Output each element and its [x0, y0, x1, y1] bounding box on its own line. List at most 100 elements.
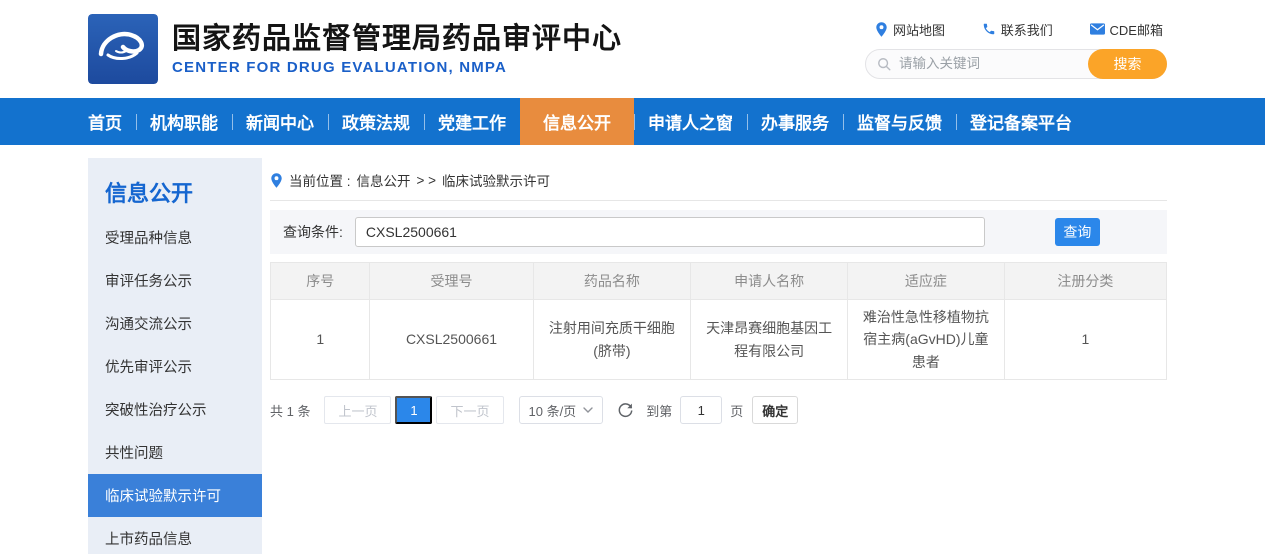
- nav-item-label: 机构职能: [136, 98, 232, 145]
- refresh-icon[interactable]: [617, 402, 634, 419]
- mail-icon: [1090, 23, 1105, 35]
- brand: 国家药品监督管理局药品审评中心 CENTER FOR DRUG EVALUATI…: [88, 14, 622, 84]
- sidebar-item-label: 上市药品信息: [105, 528, 192, 549]
- nav-item[interactable]: 办事服务: [747, 98, 843, 145]
- search-button[interactable]: 搜索: [1088, 49, 1167, 79]
- pagination-total: 共 1 条: [270, 401, 310, 420]
- sidebar-item-label: 受理品种信息: [105, 227, 192, 248]
- breadcrumb-section[interactable]: 信息公开: [357, 170, 411, 190]
- breadcrumb-prefix: 当前位置 :: [289, 170, 351, 190]
- sidebar-item[interactable]: 共性问题: [88, 431, 262, 474]
- goto-page-input[interactable]: [680, 396, 722, 424]
- mailbox-label: CDE邮箱: [1110, 20, 1163, 39]
- table-header-cell: 受理号: [370, 263, 533, 300]
- cell-acceptance-no: CXSL2500661: [370, 300, 533, 380]
- brand-text: 国家药品监督管理局药品审评中心 CENTER FOR DRUG EVALUATI…: [172, 22, 622, 77]
- nav-item[interactable]: 新闻中心: [232, 98, 328, 145]
- content: 信息公开 受理品种信息 审评任务公示 沟通交流公示 优先审评公示: [0, 145, 1265, 554]
- breadcrumb: 当前位置 : 信息公开 > > 临床试验默示许可: [270, 170, 1167, 201]
- page: 国家药品监督管理局药品审评中心 CENTER FOR DRUG EVALUATI…: [0, 0, 1265, 554]
- table-header-cell: 药品名称: [533, 263, 691, 300]
- page-size-select[interactable]: 10 条/页: [519, 396, 604, 424]
- goto-label: 到第: [646, 401, 672, 420]
- nav-item[interactable]: 机构职能: [136, 98, 232, 145]
- site-subtitle: CENTER FOR DRUG EVALUATION, NMPA: [172, 59, 622, 76]
- sidebar-item-label: 沟通交流公示: [105, 313, 192, 334]
- cell-reg-category: 1: [1004, 300, 1166, 380]
- sidebar-item[interactable]: 临床试验默示许可: [88, 474, 262, 517]
- table-header-row: 序号 受理号 药品名称 申请人名称 适应症 注册分类: [271, 263, 1167, 300]
- chevron-down-icon: [583, 407, 593, 413]
- nav-item-label: 监督与反馈: [843, 98, 956, 145]
- pagination: 共 1 条 上一页 1 下一页 10 条/页 到第: [270, 396, 1167, 424]
- location-pin-icon: [875, 22, 888, 37]
- table-header-cell: 序号: [271, 263, 370, 300]
- table-header-cell: 申请人名称: [691, 263, 848, 300]
- query-input[interactable]: [355, 217, 985, 247]
- nav-item[interactable]: 申请人之窗: [634, 98, 747, 145]
- nav-item-label: 政策法规: [328, 98, 424, 145]
- nav-item[interactable]: 政策法规: [328, 98, 424, 145]
- location-pin-icon: [270, 173, 283, 188]
- quick-links: 网站地图 联系我们 CDE邮箱: [865, 20, 1167, 39]
- cell-drug-name: 注射用间充质干细胞(脐带): [533, 300, 691, 380]
- page-number-button[interactable]: 1: [395, 396, 432, 424]
- cell-indication: 难治性急性移植物抗宿主病(aGvHD)儿童患者: [848, 300, 1005, 380]
- sidebar-list: 受理品种信息 审评任务公示 沟通交流公示 优先审评公示: [88, 216, 262, 554]
- breadcrumb-separator: > >: [417, 173, 437, 188]
- goto-suffix-label: 页: [730, 401, 743, 420]
- phone-icon: [982, 22, 996, 36]
- nav-item-label: 登记备案平台: [956, 98, 1086, 145]
- sidebar-title: 信息公开: [88, 158, 262, 216]
- sidebar-item[interactable]: 受理品种信息: [88, 216, 262, 259]
- sidebar-item[interactable]: 上市药品信息: [88, 517, 262, 554]
- nav-item-label: 信息公开: [520, 98, 634, 145]
- sidebar-item[interactable]: 沟通交流公示: [88, 302, 262, 345]
- sidebar-item-label: 审评任务公示: [105, 270, 192, 291]
- nav-item[interactable]: 监督与反馈: [843, 98, 956, 145]
- sidebar-item[interactable]: 审评任务公示: [88, 259, 262, 302]
- sidebar-item[interactable]: 突破性治疗公示: [88, 388, 262, 431]
- page-size-value: 10 条/页: [529, 401, 577, 420]
- nav-item[interactable]: 信息公开: [520, 98, 634, 145]
- sidebar: 信息公开 受理品种信息 审评任务公示 沟通交流公示 优先审评公示: [88, 158, 262, 554]
- nav-item-label: 党建工作: [424, 98, 520, 145]
- query-button[interactable]: 查询: [1055, 218, 1100, 246]
- contact-label: 联系我们: [1001, 20, 1053, 39]
- breadcrumb-current: 临床试验默示许可: [442, 170, 550, 190]
- query-bar: 查询条件: 查询: [270, 210, 1167, 254]
- cde-logo-icon: [88, 14, 158, 84]
- nav-item[interactable]: 党建工作: [424, 98, 520, 145]
- sidebar-item[interactable]: 优先审评公示: [88, 345, 262, 388]
- contact-link[interactable]: 联系我们: [982, 20, 1053, 39]
- sidebar-item-label: 临床试验默示许可: [105, 485, 221, 506]
- sidebar-item-label: 突破性治疗公示: [105, 399, 207, 420]
- sitemap-link[interactable]: 网站地图: [875, 20, 945, 39]
- table-header-cell: 注册分类: [1004, 263, 1166, 300]
- cell-applicant: 天津昂赛细胞基因工程有限公司: [691, 300, 848, 380]
- sidebar-item-label: 优先审评公示: [105, 356, 192, 377]
- sitemap-label: 网站地图: [893, 20, 945, 39]
- search-input[interactable]: [891, 56, 1088, 71]
- table-header-cell: 适应症: [848, 263, 1005, 300]
- prev-page-button[interactable]: 上一页: [324, 396, 391, 424]
- confirm-button[interactable]: 确定: [752, 396, 798, 424]
- table-row: 1 CXSL2500661 注射用间充质干细胞(脐带) 天津昂赛细胞基因工程有限…: [271, 300, 1167, 380]
- query-label: 查询条件:: [283, 222, 343, 242]
- nav-item-label: 办事服务: [747, 98, 843, 145]
- sidebar-item-label: 共性问题: [105, 442, 163, 463]
- cell-no: 1: [271, 300, 370, 380]
- main-nav: 首页 机构职能 新闻中心 政策法规 党建工作 信息公开 申请人之窗: [0, 98, 1265, 145]
- nav-item[interactable]: 登记备案平台: [956, 98, 1086, 145]
- site-title: 国家药品监督管理局药品审评中心: [172, 22, 622, 57]
- results-table: 序号 受理号 药品名称 申请人名称 适应症 注册分类: [270, 262, 1167, 380]
- next-page-button[interactable]: 下一页: [436, 396, 503, 424]
- nav-item-label: 新闻中心: [232, 98, 328, 145]
- site-search-bar: 搜索: [865, 49, 1167, 79]
- nav-item-label: 首页: [74, 98, 136, 145]
- header-right: 网站地图 联系我们 CDE邮箱: [865, 20, 1167, 79]
- mailbox-link[interactable]: CDE邮箱: [1090, 20, 1163, 39]
- nav-item[interactable]: 首页: [74, 98, 136, 145]
- search-icon: [877, 57, 891, 71]
- top-header: 国家药品监督管理局药品审评中心 CENTER FOR DRUG EVALUATI…: [0, 0, 1265, 98]
